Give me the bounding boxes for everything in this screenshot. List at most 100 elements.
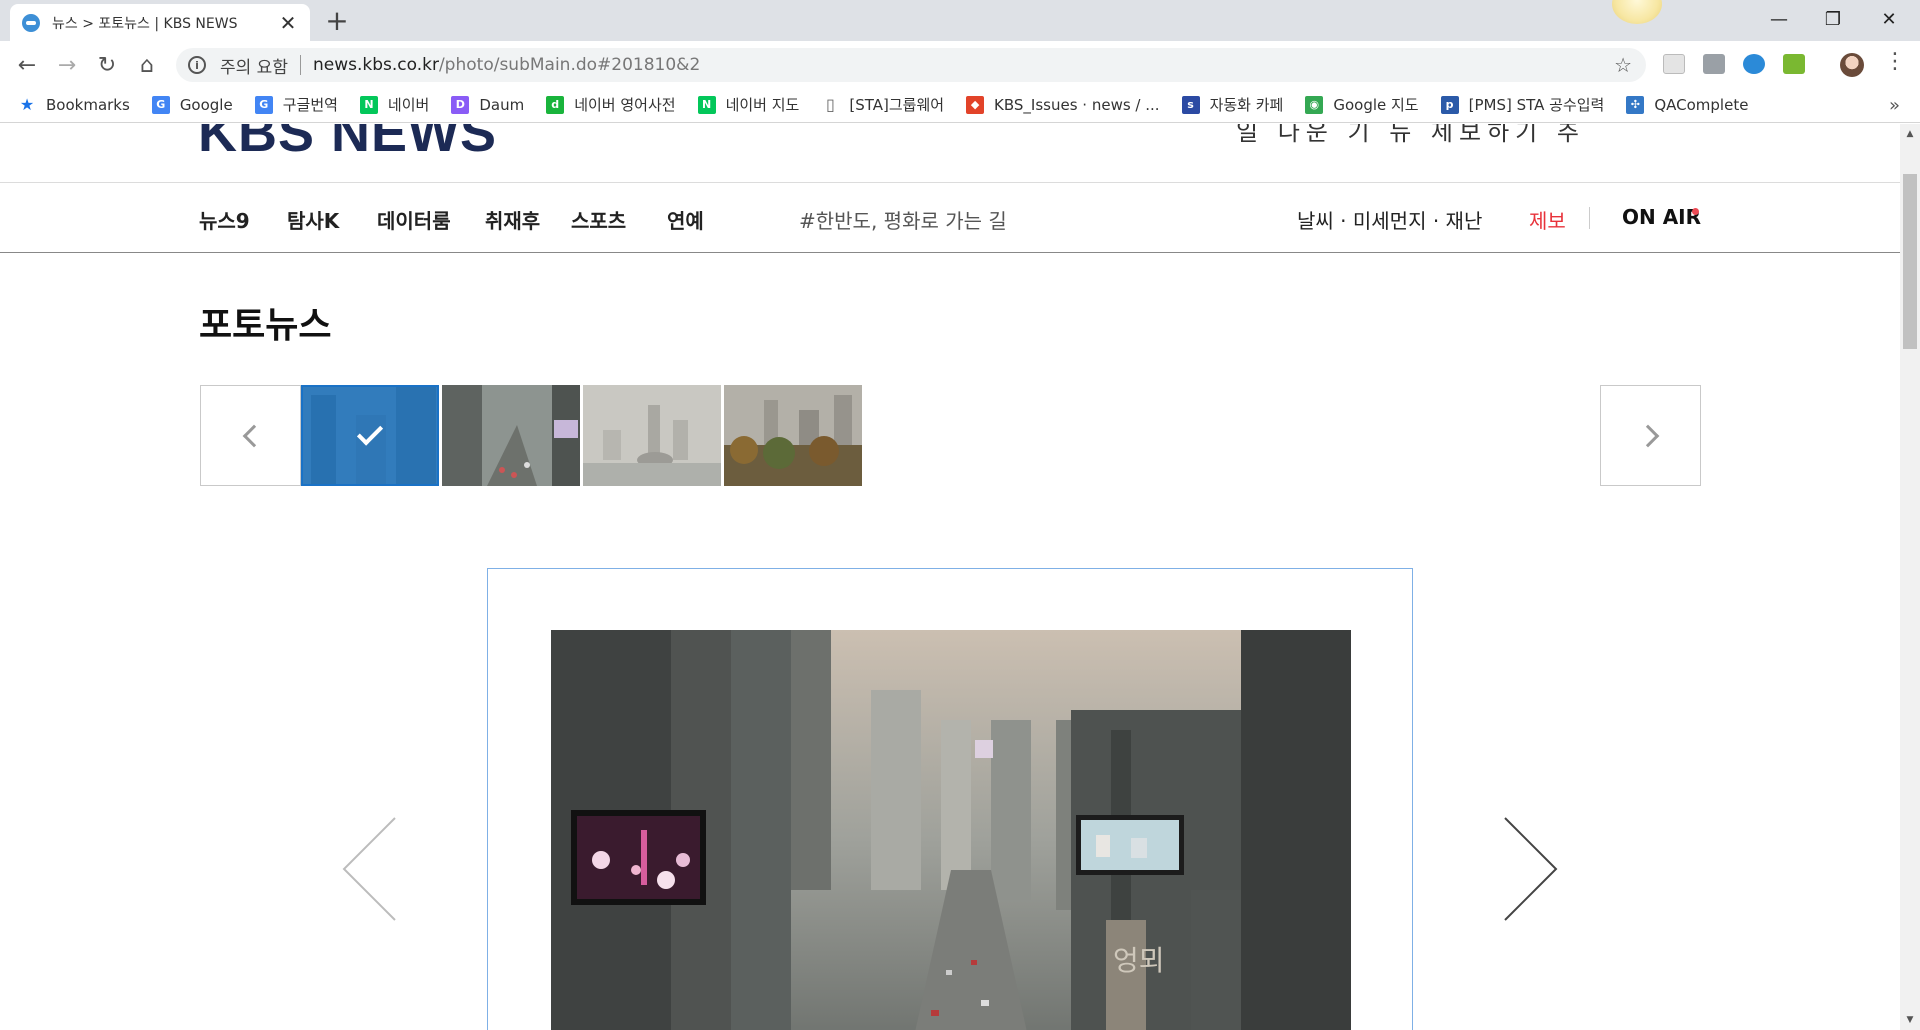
bookmark-label: 자동화 카페 [1209,96,1284,114]
bookmark-item[interactable]: N 네이버 지도 [697,94,800,115]
bookmark-label: [PMS] STA 공수입력 [1468,96,1605,114]
bookmark-item[interactable]: d 네이버 영어사전 [546,94,676,115]
home-button[interactable]: ⌂ [132,50,162,80]
sun-decoration-icon [1612,0,1662,24]
back-button[interactable]: ← [12,50,42,80]
minimize-button[interactable]: — [1756,4,1802,34]
bookmarks-overflow-icon[interactable]: » [1889,95,1900,116]
page-viewport: KBS NEWS 일 다운 기 뉴 제보하기 추 #한반도, 평화로 가는 길 … [0,124,1900,1030]
bookmark-item[interactable]: N 네이버 [359,94,430,115]
browser-tab[interactable]: 뉴스 > 포토뉴스 | KBS NEWS ✕ [10,4,310,41]
thumb-2-image [442,385,580,486]
bookmark-label: 구글번역 [282,96,338,114]
dict-icon: d [546,95,565,114]
thumb-4-image [724,385,862,486]
thumb-next-button[interactable] [1600,385,1701,486]
scroll-up-icon[interactable]: ▲ [1900,124,1920,144]
bookmark-label: 네이버 [387,96,430,114]
gnb-entertainment[interactable]: 연예 [667,205,704,234]
info-icon[interactable]: i [188,56,206,74]
page-scrollbar[interactable]: ▲ ▼ [1900,124,1920,1030]
translate-icon: G [254,95,273,114]
photo-next-arrow-icon[interactable] [1500,814,1560,924]
main-photo-image: 엉뫼 [551,630,1351,1030]
forward-button[interactable]: → [52,50,82,80]
top-utility-links[interactable]: 일 다운 기 뉴 제보하기 추 [1236,124,1585,147]
gnb-hashtag-link[interactable]: #한반도, 평화로 가는 길 [799,205,1007,234]
bookmarks-bar: ★ Bookmarks G Google G 구글번역 N 네이버 D Daum d 네이버 영어사전… [0,87,1920,123]
gnb-onair-link[interactable]: ON AIR [1622,205,1701,229]
bookmark-label: Google [179,95,233,114]
gnb-tamsak[interactable]: 탐사K [287,205,339,234]
reload-button[interactable]: ↻ [92,50,122,80]
scroll-thumb[interactable] [1903,174,1917,349]
bookmark-item[interactable]: ★ Bookmarks [18,95,130,114]
thumb-4[interactable] [724,385,862,486]
bookmark-label: KBS_Issues · news / ... [994,95,1160,114]
star-icon: ★ [19,95,35,114]
profile-avatar[interactable] [1840,53,1864,77]
bookmark-item[interactable]: p [PMS] STA 공수입력 [1440,94,1605,115]
gnb-sports[interactable]: 스포츠 [571,205,626,234]
thumb-2[interactable] [442,385,580,486]
scroll-down-icon[interactable]: ▼ [1900,1010,1920,1030]
check-icon [356,419,384,446]
browser-toolbar: ← → ↻ ⌂ i 주의 요함 news.kbs.co.kr/photo/sub… [0,41,1920,87]
bookmark-label: [STA]그룹웨어 [849,96,945,114]
omnibox-divider [299,55,301,75]
new-tab-button[interactable]: + [322,6,352,36]
gnb-weather-link[interactable]: 날씨 · 미세먼지 · 재난 [1297,205,1482,234]
close-tab-icon[interactable]: ✕ [278,11,298,35]
chevron-left-icon [242,424,265,447]
google-icon: G [151,95,170,114]
gnb-divider [1589,207,1590,229]
bookmark-item[interactable]: G Google [151,95,233,114]
thumb-1[interactable] [301,385,439,486]
address-bar[interactable]: i 주의 요함 news.kbs.co.kr/photo/subMain.do#… [176,48,1646,82]
page-icon: ▯ [825,95,835,114]
extension-ex-icon[interactable] [1703,54,1725,74]
bookmark-star-icon[interactable]: ☆ [1614,53,1632,77]
thumb-3[interactable] [583,385,721,486]
photo-prev-arrow-icon[interactable] [340,814,400,924]
main-photo-frame: 엉뫼 [487,568,1413,1030]
page-title: 포토뉴스 [199,305,332,346]
security-label: 주의 요함 [220,57,288,78]
thumb-prev-button[interactable] [200,385,301,486]
bookmark-label: Google 지도 [1333,96,1419,114]
kbs-news-logo[interactable]: KBS NEWS [198,124,497,164]
bookmark-item[interactable]: ◉ Google 지도 [1305,94,1419,115]
tab-title: 뉴스 > 포토뉴스 | KBS NEWS [52,15,238,32]
restore-button[interactable]: ❐ [1810,4,1856,34]
extension-network-icon[interactable] [1743,54,1765,74]
bookmark-label: Daum [479,95,525,114]
gnb-news9[interactable]: 뉴스9 [199,205,250,234]
bookmark-label: 네이버 영어사전 [574,96,676,114]
bookmark-label: 네이버 지도 [725,96,800,114]
close-window-button[interactable]: ✕ [1866,4,1912,34]
bookmark-label: QAComplete [1654,95,1749,114]
bookmark-item[interactable]: s 자동화 카페 [1181,94,1284,115]
maps-icon: ◉ [1305,95,1324,114]
naver-icon: N [697,95,716,114]
url-path: /photo/subMain.do#201810&2 [438,55,701,75]
gnb-dataroom[interactable]: 데이터룸 [377,205,451,234]
tab-strip: 뉴스 > 포토뉴스 | KBS NEWS ✕ + — ❐ ✕ [0,0,1920,41]
onair-live-dot-icon [1692,208,1699,215]
bookmark-item[interactable]: G 구글번역 [254,94,338,115]
bookmark-label: Bookmarks [46,95,130,114]
main-photo[interactable]: 엉뫼 [551,630,1351,1030]
bookmark-item[interactable]: D Daum [451,95,525,114]
browser-menu-icon[interactable]: ⋮ [1884,49,1906,74]
daum-icon: D [451,95,470,114]
pms-icon: p [1440,95,1459,114]
bookmark-item[interactable]: ✣ QAComplete [1626,95,1749,114]
bookmark-item[interactable]: ▯ [STA]그룹웨어 [821,94,944,115]
gnb-tip-link[interactable]: 제보 [1529,205,1566,234]
global-nav: #한반도, 평화로 가는 길 날씨 · 미세먼지 · 재난 제보 ON AIR … [0,182,1900,253]
gnb-after-report[interactable]: 취재후 [485,205,540,234]
extension-screen-icon[interactable] [1663,54,1685,74]
extension-green-icon[interactable] [1783,54,1805,74]
bookmark-item[interactable]: ◆ KBS_Issues · news / ... [966,95,1160,114]
qa-icon: ✣ [1626,95,1645,114]
